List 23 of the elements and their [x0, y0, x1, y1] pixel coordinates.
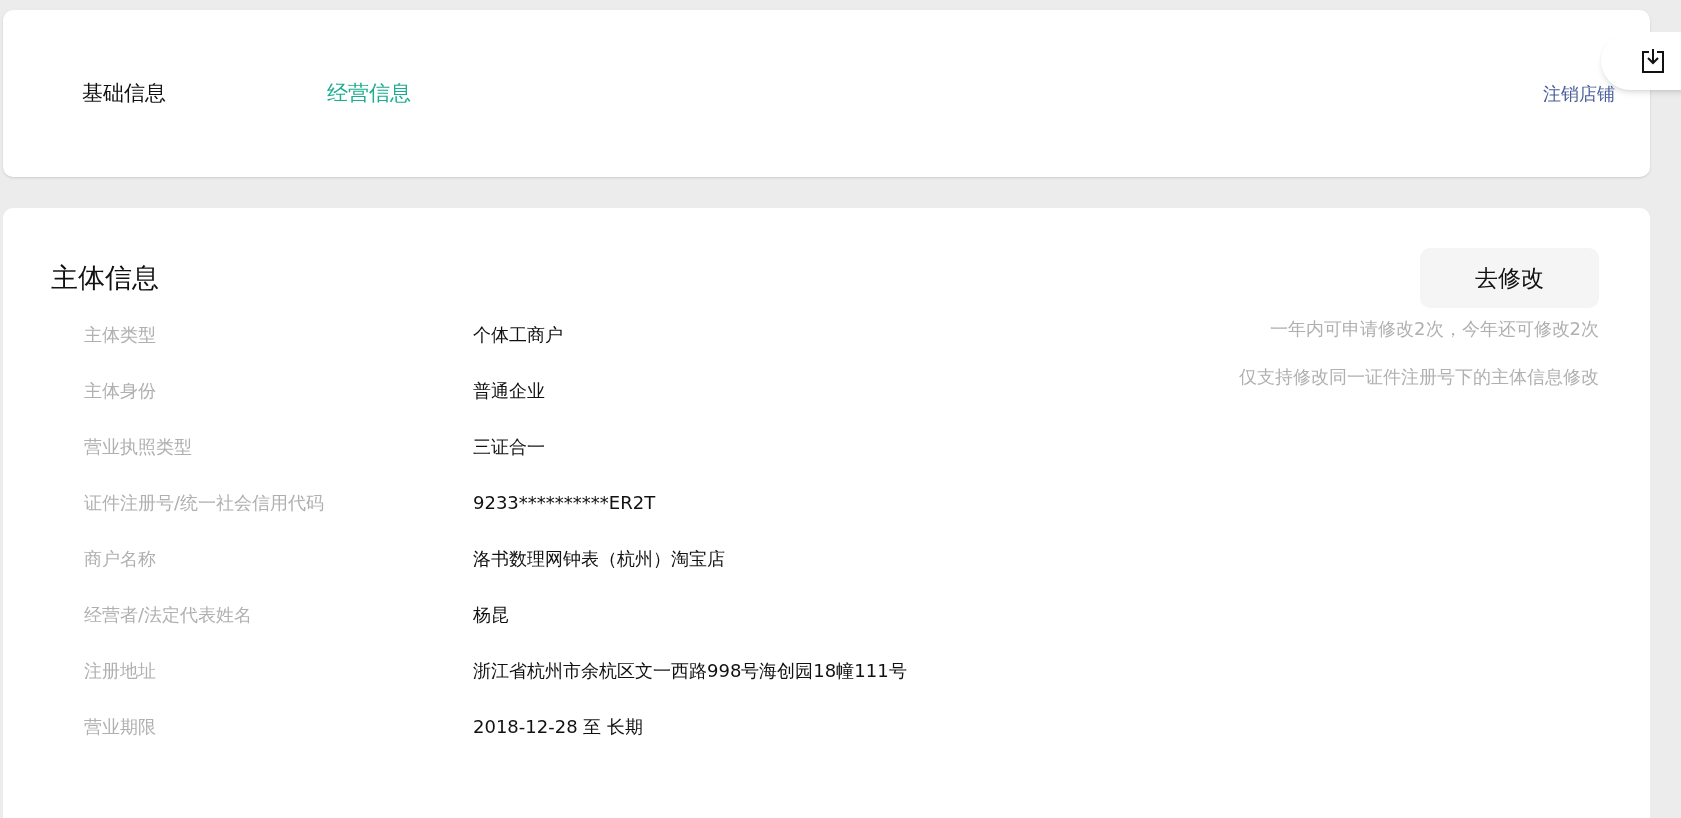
field-value: 三证合一 [473, 434, 545, 459]
field-label: 证件注册号/统一社会信用代码 [84, 490, 326, 515]
field-label: 商户名称 [84, 546, 157, 571]
field-label: 主体身份 [84, 378, 157, 403]
field-label: 经营者/法定代表姓名 [84, 602, 254, 627]
field-label: 营业执照类型 [84, 434, 193, 459]
section-title: 主体信息 [51, 261, 160, 295]
close-store-link[interactable]: 注销店铺 [1543, 80, 1615, 107]
field-label: 营业期限 [84, 714, 157, 739]
field-value: 浙江省杭州市余杭区文一西路998号海创园18幢111号 [473, 658, 907, 683]
field-value: 普通企业 [473, 378, 545, 403]
field-value: 个体工商户 [473, 322, 563, 347]
field-label: 注册地址 [84, 658, 157, 683]
field-value: 杨昆 [473, 602, 509, 627]
download-icon [1641, 48, 1665, 74]
tab[interactable]: 基础信息 [82, 77, 232, 110]
field-value: 2018-12-28 至 长期 [473, 714, 644, 739]
field-label: 主体类型 [84, 322, 157, 347]
edit-button[interactable]: 去修改 [1420, 248, 1599, 308]
field-value: 洛书数理网钟表（杭州）淘宝店 [473, 546, 725, 571]
note-text: 一年内可申请修改2次，今年还可修改2次 [1270, 317, 1599, 341]
note-text: 仅支持修改同一证件注册号下的主体信息修改 [1239, 365, 1599, 389]
field-value: 9233**********ER2T [473, 490, 656, 515]
